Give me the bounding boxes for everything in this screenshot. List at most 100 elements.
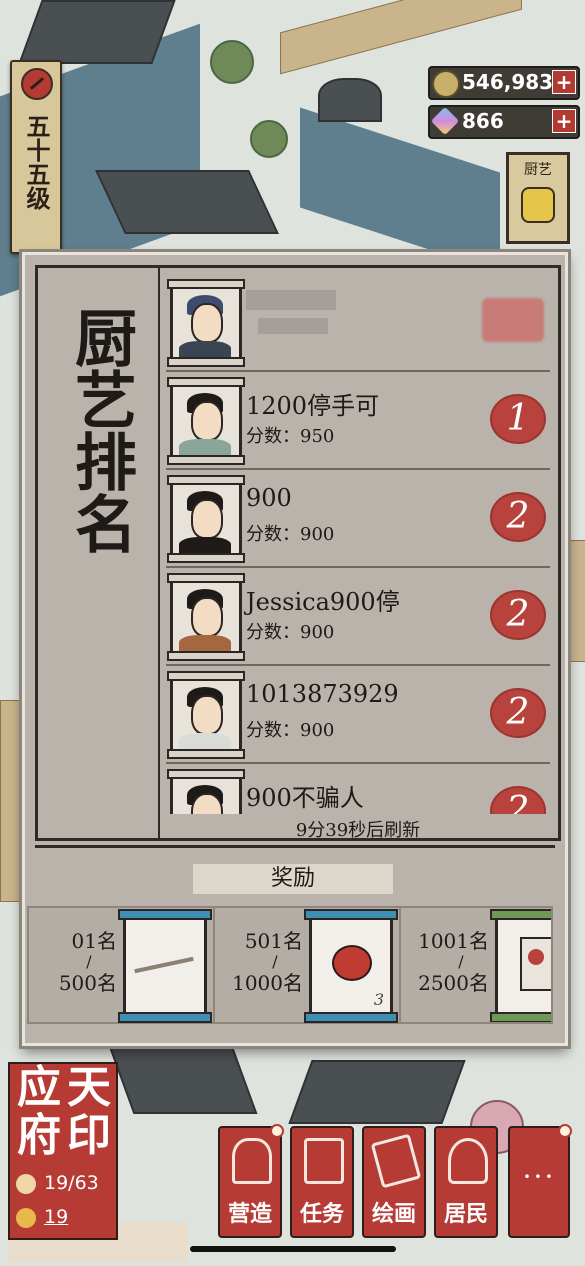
resident-icon: [448, 1138, 488, 1184]
pavilion-icon: [232, 1138, 272, 1184]
more-button[interactable]: ···: [508, 1124, 572, 1238]
player-avatar[interactable]: [167, 475, 245, 563]
reward-range-from: 501名: [244, 929, 303, 953]
player-name: 1013873929: [246, 680, 399, 708]
banner-decoration-icon: [520, 937, 551, 991]
building-roof: [18, 0, 176, 64]
reward-item-scroll[interactable]: 3: [304, 909, 398, 1023]
tasks-label: 任务: [299, 1201, 344, 1227]
ranking-panel: 厨艺排名 1200停手可 分数：950 1 900 分数：900 2 Jessi…: [22, 252, 568, 1046]
ranking-row[interactable]: 1013873929 分数：900 2: [166, 666, 550, 764]
painting-label: 绘画: [371, 1201, 416, 1227]
range-separator: /: [458, 952, 464, 971]
painting-button[interactable]: 绘画: [362, 1126, 426, 1238]
avatar-robe: [179, 341, 231, 359]
level-label: 五十五级: [22, 114, 51, 210]
reward-quantity: 3: [373, 990, 384, 1009]
notification-dot: [270, 1124, 284, 1138]
add-coins-button[interactable]: +: [552, 70, 576, 94]
gem-icon: [430, 106, 460, 136]
player-avatar[interactable]: [167, 671, 245, 759]
avatar-face: [191, 401, 223, 441]
city-name: 应 天 府 印: [14, 1064, 114, 1160]
ranking-row[interactable]: Jessica900停 分数：900 2: [166, 568, 550, 666]
population-stat: 19/63: [16, 1172, 99, 1194]
cooking-skill-label: 厨艺: [524, 162, 552, 178]
obscured-rank-seal: [482, 298, 544, 342]
city-name-char: 印: [67, 1110, 111, 1161]
happiness-stat: 19: [16, 1206, 68, 1228]
happiness-value: 19: [44, 1206, 69, 1228]
gem-value: 866: [462, 109, 504, 133]
range-separator: /: [272, 952, 278, 971]
reward-range-to: 2500名: [418, 971, 489, 995]
reward-section: 奖励 01名 / 500名 501名 / 1000名 3 1001名 / 250…: [27, 845, 555, 1028]
ranking-row[interactable]: 900 分数：900 2: [166, 470, 550, 568]
population-value: 19/63: [44, 1172, 99, 1194]
avatar-face: [191, 303, 223, 343]
avatar-robe: [179, 537, 231, 555]
avatar-robe: [179, 439, 231, 457]
building-roof: [106, 1040, 258, 1114]
city-card[interactable]: 应 天 府 印 19/63 19: [8, 1062, 118, 1240]
player-score: 分数：900: [246, 524, 335, 545]
coin-icon: [432, 70, 460, 98]
player-avatar[interactable]: [167, 573, 245, 661]
wall: [0, 700, 22, 902]
smile-icon: [16, 1207, 36, 1228]
player-avatar[interactable]: [167, 769, 245, 814]
reward-rank-range: 1001名 / 2500名: [405, 928, 489, 996]
rank-seal: 2: [490, 492, 546, 542]
cooking-skill-badge[interactable]: 厨艺: [506, 152, 570, 244]
add-gems-button[interactable]: +: [552, 109, 576, 133]
reward-range-from: 1001名: [418, 929, 489, 953]
tree: [250, 120, 288, 158]
reward-range-to: 1000名: [232, 971, 303, 995]
ranking-row[interactable]: 1200停手可 分数：950 1: [166, 372, 550, 470]
crab-icon: [332, 945, 372, 981]
tree: [210, 40, 254, 84]
reward-card[interactable]: 1001名 / 2500名: [399, 906, 553, 1024]
tasks-button[interactable]: 任务: [290, 1126, 354, 1238]
ranking-title: 厨艺排名: [64, 306, 137, 554]
residents-label: 居民: [443, 1201, 488, 1227]
drying-rack-icon: [134, 956, 194, 974]
cooking-seal-icon: [521, 187, 555, 223]
reward-item-scroll[interactable]: [490, 909, 551, 1022]
avatar-face: [191, 499, 223, 539]
avatar-face: [191, 695, 223, 735]
reward-card[interactable]: 501名 / 1000名 3: [213, 906, 401, 1024]
reward-rank-range: 01名 / 500名: [33, 928, 117, 996]
player-avatar[interactable]: [167, 377, 245, 465]
obscured-score: [258, 318, 328, 334]
residents-button[interactable]: 居民: [434, 1126, 498, 1238]
avatar-robe: [179, 635, 231, 653]
reward-item-scroll[interactable]: [118, 909, 212, 1023]
ranking-list[interactable]: 1200停手可 分数：950 1 900 分数：900 2 Jessica900…: [166, 274, 550, 814]
book-icon: [304, 1138, 344, 1184]
rank-seal: 2: [490, 688, 546, 738]
build-button[interactable]: 营造: [218, 1124, 284, 1238]
player-score: 分数：950: [246, 426, 335, 447]
building-roof: [288, 1060, 466, 1124]
notification-dot: [558, 1124, 572, 1138]
avatar-face: [191, 597, 223, 637]
level-emblem-icon: [21, 68, 53, 100]
refresh-countdown: 9分39秒后刷新: [295, 820, 421, 841]
build-label: 营造: [227, 1201, 272, 1227]
city-name-char: 应: [17, 1062, 61, 1113]
ranking-row-self[interactable]: [166, 274, 550, 372]
reward-range-to: 500名: [58, 971, 117, 995]
reward-card[interactable]: 01名 / 500名: [27, 906, 215, 1024]
rank-seal: 2: [490, 590, 546, 640]
player-level-banner[interactable]: 五十五级: [10, 60, 62, 254]
ranking-row[interactable]: 900不骗人 2: [166, 764, 550, 814]
obscured-name: [246, 290, 336, 310]
player-name: 900: [246, 484, 292, 512]
population-icon: [16, 1173, 36, 1194]
building-roof: [95, 170, 279, 234]
avatar-robe: [179, 733, 231, 751]
home-indicator[interactable]: [190, 1246, 396, 1252]
player-avatar[interactable]: [167, 279, 245, 367]
city-name-char: 府: [17, 1110, 61, 1161]
